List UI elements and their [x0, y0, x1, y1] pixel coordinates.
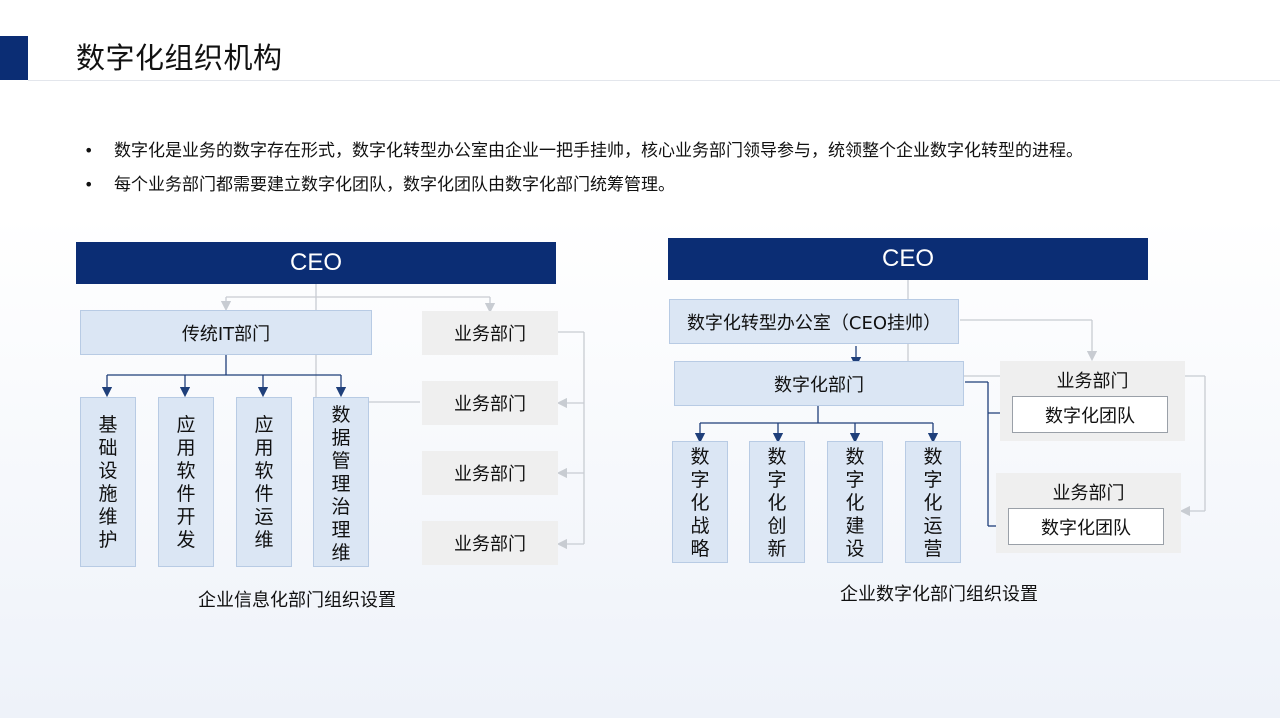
unit-char: 治: [331, 496, 351, 518]
unit-char: 管: [331, 450, 351, 472]
connector-lines: [101, 280, 1206, 550]
business-dept-box: 业务部门: [422, 451, 558, 495]
it-unit-infrastructure: 基础设施维护: [80, 397, 136, 567]
bullet-item: • 数字化是业务的数字存在形式，数字化转型办公室由企业一把手挂帅，核心业务部门领…: [84, 138, 1083, 164]
unit-char: 运: [923, 515, 943, 537]
unit-char: 设: [98, 460, 118, 482]
unit-char: 础: [98, 437, 118, 459]
unit-char: 护: [98, 529, 118, 551]
unit-char: 件: [176, 483, 196, 505]
it-unit-app-dev: 应用软件开发: [158, 397, 214, 567]
unit-char: 理: [331, 473, 351, 495]
it-unit-data-governance: 数据管理治理维: [313, 397, 369, 567]
unit-char: 软: [176, 460, 196, 482]
unit-char: 据: [331, 427, 351, 449]
unit-char: 建: [845, 515, 865, 537]
unit-char: 应: [176, 414, 196, 436]
unit-char: 化: [767, 492, 787, 514]
unit-char: 数: [845, 446, 865, 468]
unit-char: 用: [176, 437, 196, 459]
unit-char: 创: [767, 515, 787, 537]
business-dept-label: 业务部门: [1056, 371, 1129, 392]
unit-char: 数: [331, 404, 351, 426]
transformation-office-box: 数字化转型办公室（CEO挂帅）: [669, 299, 959, 344]
left-ceo-box: CEO: [76, 242, 556, 284]
unit-char: 数: [767, 446, 787, 468]
right-chart-caption: 企业数字化部门组织设置: [840, 584, 1038, 605]
business-dept-box: 业务部门: [422, 311, 558, 355]
it-unit-app-ops: 应用软件运维: [236, 397, 292, 567]
digital-unit-strategy: 数字化战略: [672, 441, 728, 563]
unit-char: 维: [331, 542, 351, 564]
unit-char: 字: [923, 469, 943, 491]
unit-char: 理: [331, 519, 351, 541]
right-ceo-box: CEO: [668, 238, 1148, 280]
unit-char: 字: [690, 469, 710, 491]
digital-unit-operation: 数字化运营: [905, 441, 961, 563]
page-title: 数字化组织机构: [76, 41, 283, 75]
unit-char: 化: [923, 492, 943, 514]
it-department-box: 传统IT部门: [80, 310, 372, 355]
unit-char: 维: [254, 529, 274, 551]
bullet-dot: •: [84, 141, 94, 160]
unit-char: 用: [254, 437, 274, 459]
unit-char: 略: [690, 538, 710, 560]
unit-char: 设: [845, 538, 865, 560]
unit-char: 战: [690, 515, 710, 537]
bullet-text: 每个业务部门都需要建立数字化团队，数字化团队由数字化部门统筹管理。: [114, 175, 675, 195]
digital-unit-innovation: 数字化创新: [749, 441, 805, 563]
business-dept-label: 业务部门: [1052, 483, 1125, 504]
unit-char: 字: [767, 469, 787, 491]
unit-char: 发: [176, 529, 196, 551]
digital-team-box: 数字化团队: [1008, 508, 1164, 545]
left-dark-connectors: [101, 355, 347, 398]
unit-char: 软: [254, 460, 274, 482]
unit-char: 化: [690, 492, 710, 514]
header-accent-bar: [0, 36, 28, 80]
business-dept-box: 业务部门: [422, 381, 558, 425]
header-divider: [28, 80, 1280, 81]
digital-team-box: 数字化团队: [1012, 396, 1168, 433]
unit-char: 化: [845, 492, 865, 514]
unit-char: 新: [767, 538, 787, 560]
unit-char: 应: [254, 414, 274, 436]
digital-department-box: 数字化部门: [674, 361, 964, 406]
bullet-list: • 数字化是业务的数字存在形式，数字化转型办公室由企业一把手挂帅，核心业务部门领…: [84, 138, 1083, 206]
unit-char: 字: [845, 469, 865, 491]
digital-unit-construction: 数字化建设: [827, 441, 883, 563]
unit-char: 基: [98, 414, 118, 436]
bullet-dot: •: [84, 175, 94, 194]
unit-char: 维: [98, 506, 118, 528]
unit-char: 施: [98, 483, 118, 505]
left-chart-caption: 企业信息化部门组织设置: [198, 590, 396, 611]
business-dept-box: 业务部门: [422, 521, 558, 565]
bullet-item: • 每个业务部门都需要建立数字化团队，数字化团队由数字化部门统筹管理。: [84, 172, 1083, 198]
unit-char: 开: [176, 506, 196, 528]
unit-char: 运: [254, 506, 274, 528]
unit-char: 数: [923, 446, 943, 468]
unit-char: 数: [690, 446, 710, 468]
unit-char: 件: [254, 483, 274, 505]
unit-char: 营: [923, 538, 943, 560]
bullet-text: 数字化是业务的数字存在形式，数字化转型办公室由企业一把手挂帅，核心业务部门领导参…: [114, 141, 1083, 161]
